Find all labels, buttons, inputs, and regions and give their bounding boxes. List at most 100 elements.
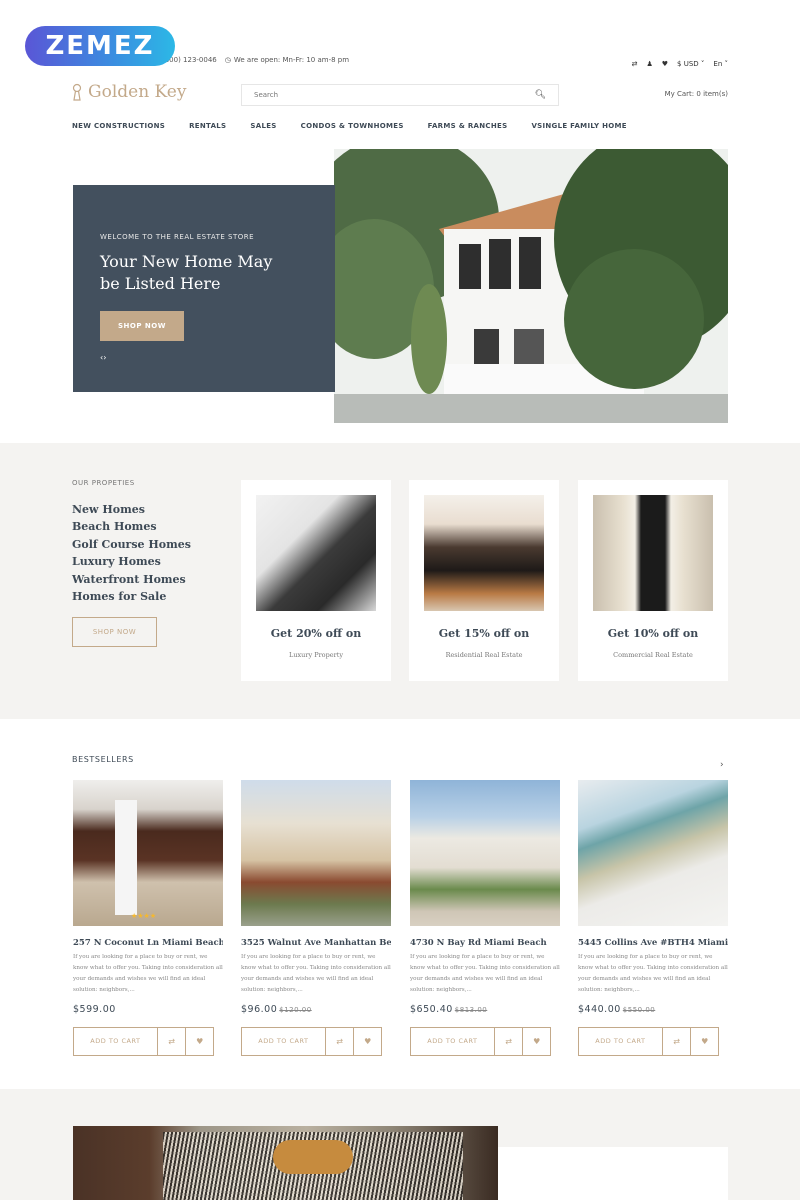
zemez-badge: ZEMEZ <box>25 26 175 66</box>
old-price: $550.00 <box>622 1006 656 1014</box>
main-nav: NEW CONSTRUCTIONS RENTALS SALES CONDOS &… <box>72 122 627 130</box>
product-card: 3525 Walnut Ave Manhattan Beach If you a… <box>241 780 391 1056</box>
promo-card[interactable]: Get 20% off on Luxury Property <box>241 480 391 681</box>
properties-shop-now-button[interactable]: SHOP NOW <box>72 617 157 647</box>
heart-icon[interactable]: ♥ <box>185 1028 213 1055</box>
product-card: 4730 N Bay Rd Miami Beach If you are loo… <box>410 780 560 1056</box>
hero-panel: WELCOME TO THE REAL ESTATE STORE Your Ne… <box>73 185 335 392</box>
nav-item-single-family[interactable]: VSINGLE FAMILY HOME <box>531 122 626 130</box>
nav-item-new-constructions[interactable]: NEW CONSTRUCTIONS <box>72 122 165 130</box>
table <box>273 1140 353 1174</box>
product-image[interactable] <box>578 780 728 926</box>
site-logo[interactable]: Golden Key <box>72 82 186 102</box>
add-to-cart-button[interactable]: ADD TO CART <box>411 1028 495 1055</box>
nav-item-rentals[interactable]: RENTALS <box>189 122 226 130</box>
hero-kicker: WELCOME TO THE REAL ESTATE STORE <box>100 233 255 241</box>
featured-image-living-room <box>73 1126 498 1200</box>
product-image[interactable] <box>241 780 391 926</box>
cart-link[interactable]: My Cart: 0 item(s) <box>665 90 728 98</box>
product-image[interactable] <box>410 780 560 926</box>
property-link-waterfront-homes[interactable]: Waterfront Homes <box>72 571 191 588</box>
heart-icon[interactable]: ♥ <box>690 1028 718 1055</box>
nav-item-sales[interactable]: SALES <box>250 122 276 130</box>
nav-item-farms[interactable]: FARMS & RANCHES <box>428 122 508 130</box>
language-select[interactable]: En ˅ <box>713 60 728 68</box>
search-icon[interactable]: 🔍︎ <box>535 90 546 100</box>
chevron-right-icon[interactable]: › <box>103 353 106 362</box>
properties-list: New Homes Beach Homes Golf Course Homes … <box>72 501 191 605</box>
property-link-new-homes[interactable]: New Homes <box>72 501 191 518</box>
current-price: $440.00 <box>578 1004 621 1015</box>
properties-section: OUR PROPETIES New Homes Beach Homes Golf… <box>0 443 800 719</box>
heart-icon[interactable]: ♥ <box>662 60 668 68</box>
slider-arrows[interactable]: ‹› <box>100 353 308 362</box>
current-price: $650.40 <box>410 1004 453 1015</box>
clock-icon: ◷ <box>224 56 231 64</box>
product-price: $599.00 <box>73 1004 223 1015</box>
featured-section <box>0 1089 800 1200</box>
pillar <box>115 800 137 915</box>
keyhole-icon <box>72 83 82 101</box>
compare-icon[interactable]: ⇄ <box>326 1028 354 1055</box>
compare-icon[interactable]: ⇄ <box>632 60 638 68</box>
property-link-luxury-homes[interactable]: Luxury Homes <box>72 553 191 570</box>
featured-panel <box>498 1147 728 1200</box>
product-name[interactable]: 3525 Walnut Ave Manhattan Beach <box>241 938 391 948</box>
promo-card[interactable]: Get 15% off on Residential Real Estate <box>409 480 559 681</box>
add-to-cart-button[interactable]: ADD TO CART <box>242 1028 326 1055</box>
property-link-golf-course-homes[interactable]: Golf Course Homes <box>72 536 191 553</box>
product-name[interactable]: 4730 N Bay Rd Miami Beach <box>410 938 560 948</box>
hero-title-line-1: Your New Home May <box>100 252 273 271</box>
promo-subtitle: Luxury Property <box>289 651 343 659</box>
user-icon[interactable]: ♟ <box>646 60 652 68</box>
product-price: $650.40 $813.00 <box>410 1004 560 1015</box>
chevron-right-icon[interactable]: › <box>720 760 724 770</box>
product-price: $96.00 $120.00 <box>241 1004 391 1015</box>
hero-title-line-2: be Listed Here <box>100 274 221 293</box>
language-value: En <box>713 60 723 68</box>
promo-subtitle: Residential Real Estate <box>445 651 523 659</box>
product-description: If you are looking for a place to buy or… <box>410 954 560 993</box>
promo-heading: Get 10% off on <box>607 627 699 640</box>
property-link-beach-homes[interactable]: Beach Homes <box>72 518 191 535</box>
old-price: $813.00 <box>454 1006 488 1014</box>
property-link-homes-for-sale[interactable]: Homes for Sale <box>72 588 191 605</box>
nav-item-condos[interactable]: CONDOS & TOWNHOMES <box>301 122 404 130</box>
product-actions: ADD TO CART ⇄ ♥ <box>410 1027 551 1056</box>
product-card: 5445 Collins Ave #BTH4 Miami Be... If yo… <box>578 780 728 1056</box>
currency-select[interactable]: $ USD ˅ <box>677 60 704 68</box>
product-description: If you are looking for a place to buy or… <box>578 954 728 993</box>
product-description: If you are looking for a place to buy or… <box>73 954 223 993</box>
bestsellers-title: BESTSELLERS <box>72 755 134 764</box>
currency-value: $ USD <box>677 60 699 68</box>
compare-icon[interactable]: ⇄ <box>495 1028 523 1055</box>
add-to-cart-button[interactable]: ADD TO CART <box>579 1028 663 1055</box>
compare-icon[interactable]: ⇄ <box>158 1028 186 1055</box>
promo-card[interactable]: Get 10% off on Commercial Real Estate <box>578 480 728 681</box>
hero-shop-now-button[interactable]: SHOP NOW <box>100 311 184 341</box>
promo-image-staircase <box>256 495 376 611</box>
compare-icon[interactable]: ⇄ <box>663 1028 691 1055</box>
logo-text: Golden Key <box>88 82 187 102</box>
chevron-down-icon: ˅ <box>722 60 728 68</box>
product-name[interactable]: 5445 Collins Ave #BTH4 Miami Be... <box>578 938 728 948</box>
product-price: $440.00 $550.00 <box>578 1004 728 1015</box>
add-to-cart-button[interactable]: ADD TO CART <box>74 1028 158 1055</box>
search-input[interactable] <box>254 91 535 99</box>
current-price: $599.00 <box>73 1004 116 1015</box>
promo-heading: Get 15% off on <box>438 627 530 640</box>
chevron-down-icon: ˅ <box>698 60 705 68</box>
promo-subtitle: Commercial Real Estate <box>613 651 693 659</box>
product-name[interactable]: 257 N Coconut Ln Miami Beach <box>73 938 223 948</box>
properties-label: OUR PROPETIES <box>72 479 135 487</box>
hero-image <box>334 149 728 423</box>
promo-image-door <box>593 495 713 611</box>
old-price: $120.00 <box>279 1006 312 1014</box>
heart-icon[interactable]: ♥ <box>522 1028 550 1055</box>
product-actions: ADD TO CART ⇄ ♥ <box>73 1027 214 1056</box>
product-image[interactable]: ★★★★ <box>73 780 223 926</box>
promo-image-kitchen <box>424 495 544 611</box>
promo-heading: Get 20% off on <box>270 627 362 640</box>
current-price: $96.00 <box>241 1004 278 1015</box>
heart-icon[interactable]: ♥ <box>353 1028 381 1055</box>
